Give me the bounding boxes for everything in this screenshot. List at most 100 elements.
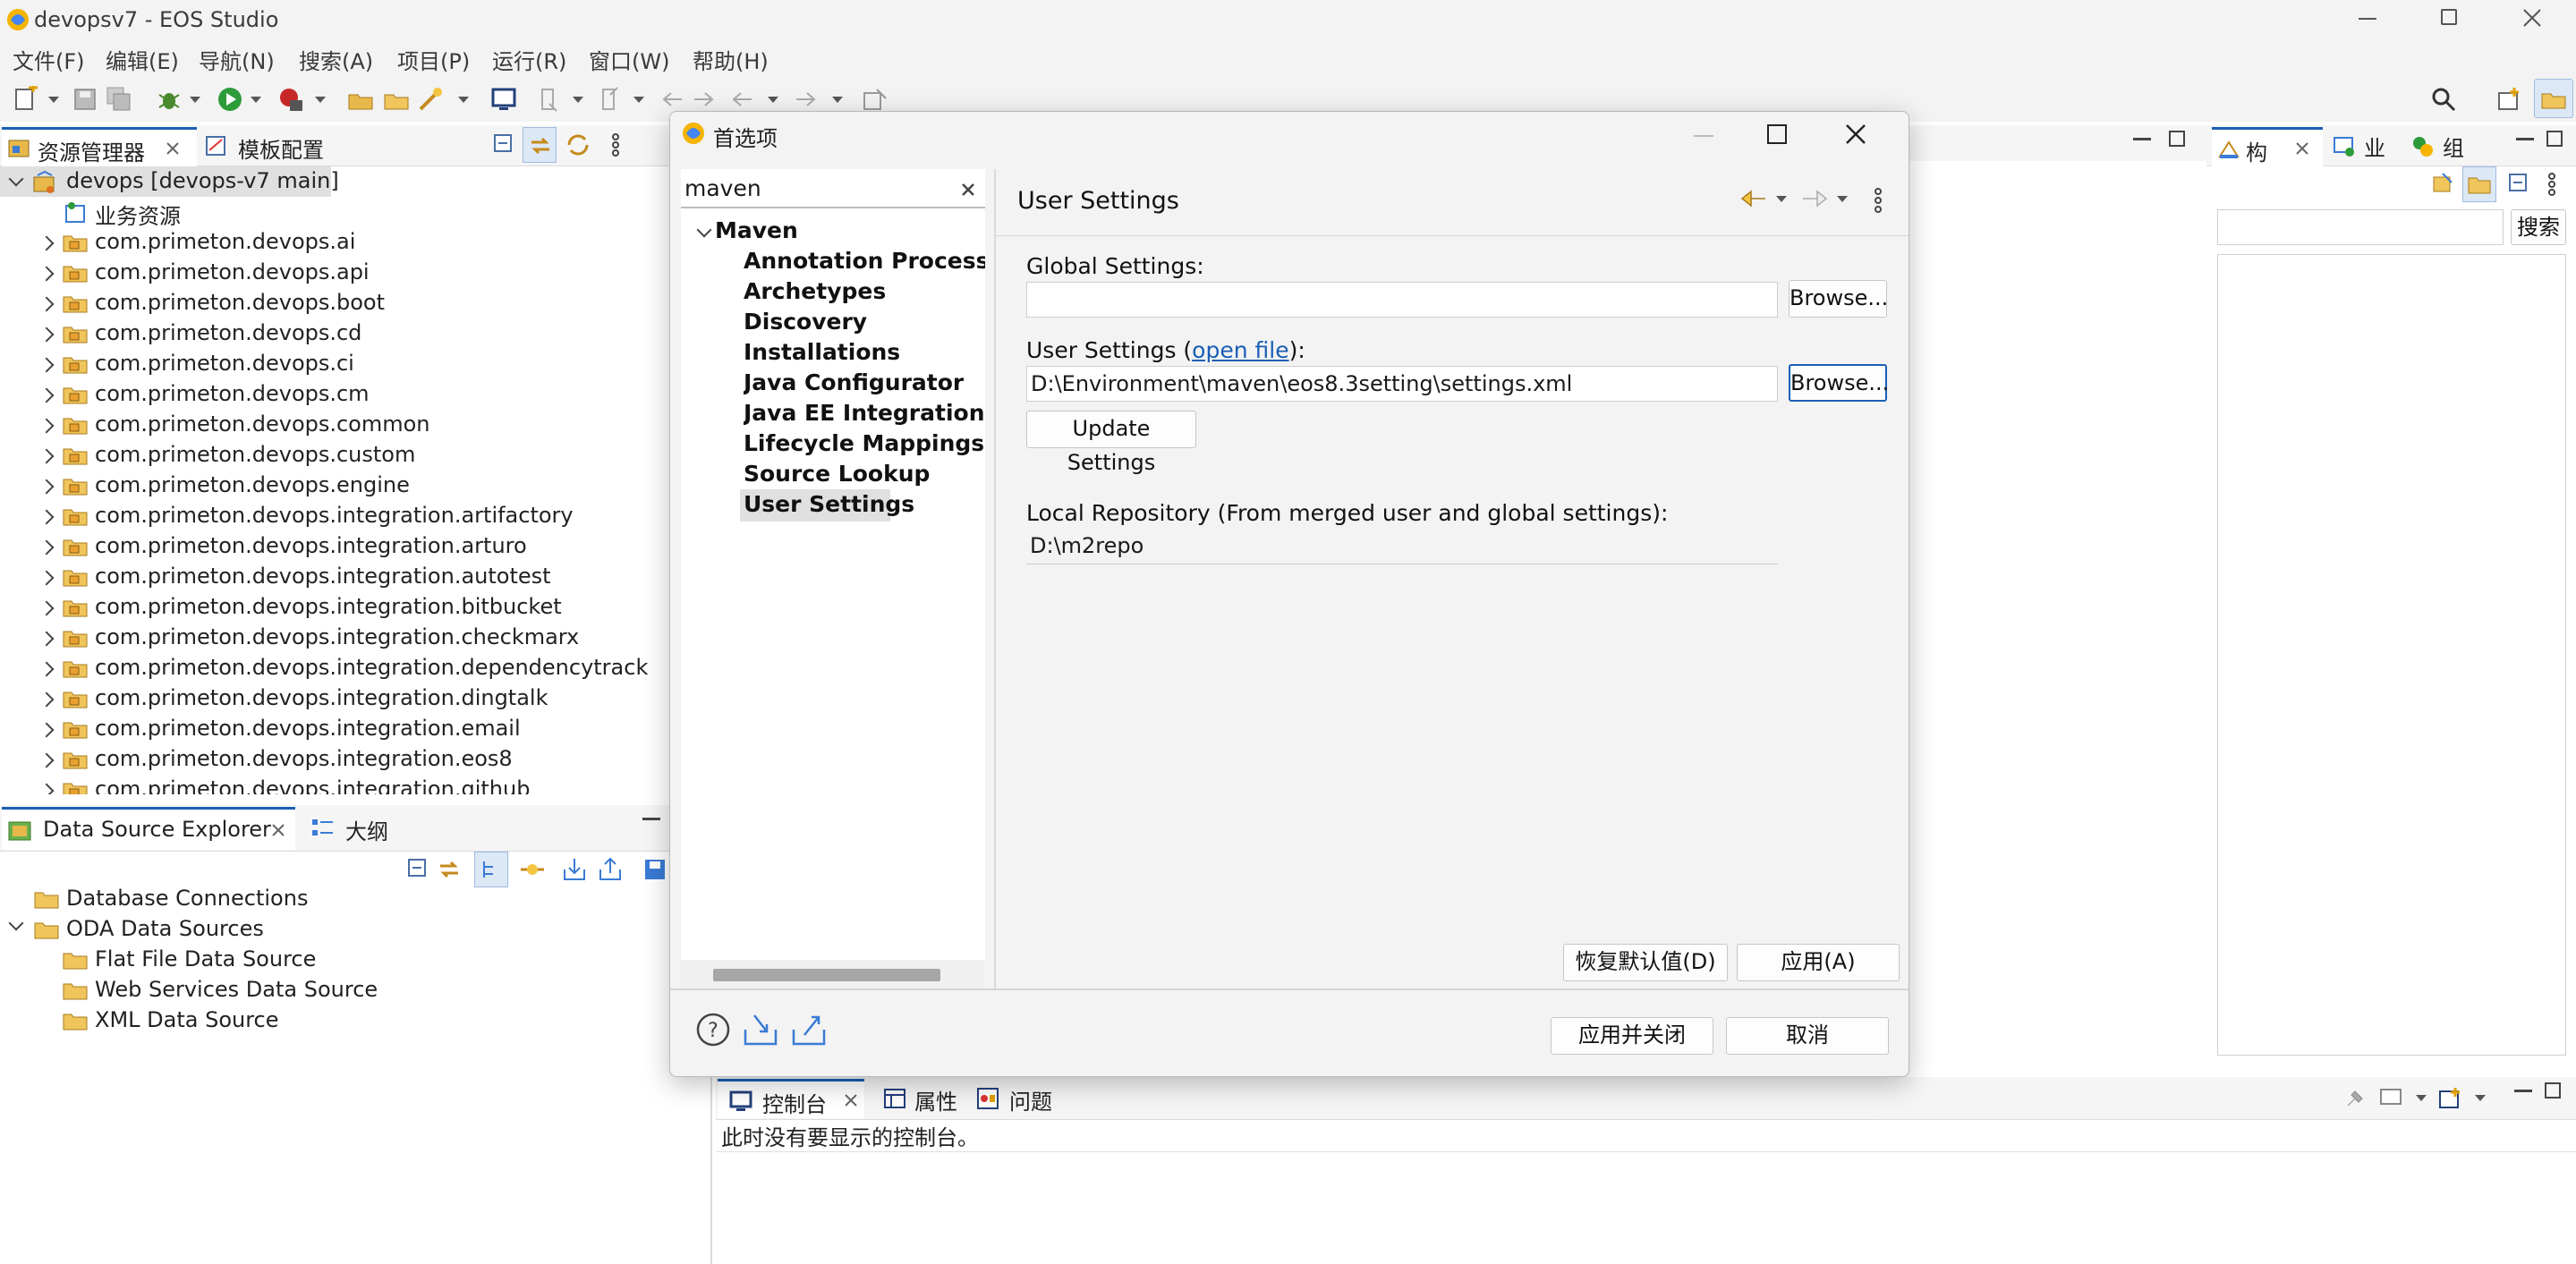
cancel-button[interactable]: 取消	[1726, 1017, 1889, 1055]
chevron-right-icon[interactable]	[38, 418, 55, 434]
hierarchy-button[interactable]	[474, 852, 508, 887]
save-profile-icon[interactable]	[642, 857, 667, 882]
pin-console-icon[interactable]	[2342, 1086, 2368, 1111]
right-search-button[interactable]: 搜索	[2511, 209, 2566, 245]
package-item[interactable]: com.primeton.devops.cm	[95, 381, 370, 406]
console-icon[interactable]	[490, 86, 517, 113]
chevron-right-icon[interactable]	[38, 266, 55, 282]
menu-search[interactable]: 搜索(A)	[299, 44, 373, 75]
new-icon[interactable]	[13, 86, 39, 113]
perspective-button[interactable]	[2534, 79, 2573, 118]
package-item[interactable]: com.primeton.devops.integration.eos8	[95, 746, 513, 771]
minimize-view-icon[interactable]	[2514, 1090, 2532, 1092]
chevron-right-icon[interactable]	[38, 479, 55, 495]
package-item[interactable]: com.primeton.devops.integration.arturo	[95, 533, 527, 558]
wand-dropdown-icon[interactable]	[458, 97, 469, 103]
package-item[interactable]: com.primeton.devops.boot	[95, 290, 385, 315]
package-item[interactable]: com.primeton.devops.integration.email	[95, 716, 521, 741]
pin-editor-icon[interactable]	[861, 86, 888, 113]
forward-arrow-icon[interactable]	[1801, 187, 1828, 210]
package-item[interactable]: com.primeton.devops.cd	[95, 320, 361, 345]
menu-navigate[interactable]: 导航(N)	[199, 44, 275, 75]
pref-item[interactable]: Installations	[744, 339, 900, 365]
minimize-icon[interactable]	[2359, 18, 2376, 20]
debug-dropdown-icon[interactable]	[190, 97, 200, 103]
tree-oda-data-sources[interactable]: ODA Data Sources	[66, 916, 264, 941]
restore-icon[interactable]	[2441, 9, 2457, 25]
scrollbar-thumb[interactable]	[713, 969, 940, 981]
tree-root-label[interactable]: devops [devops-v7 main]	[66, 168, 339, 193]
tab-resource-explorer[interactable]: 资源管理器	[2, 127, 197, 166]
tab-close-icon[interactable]	[270, 822, 286, 838]
chevron-right-icon[interactable]	[38, 631, 55, 647]
external-tools-icon[interactable]	[277, 86, 304, 113]
last-edit-icon[interactable]	[659, 86, 685, 113]
tree-web-services[interactable]: Web Services Data Source	[95, 977, 378, 1002]
pref-item[interactable]: Archetypes	[744, 278, 886, 304]
open-file-link[interactable]: open file	[1192, 337, 1288, 363]
minimize-view-icon[interactable]	[642, 818, 660, 820]
pref-item[interactable]: Annotation Processing	[744, 248, 985, 274]
package-item[interactable]: com.primeton.devops.engine	[95, 472, 410, 497]
tab-template-config[interactable]: 模板配置	[238, 132, 324, 164]
tab-data-source-explorer[interactable]: Data Source Explorer	[2, 807, 295, 850]
minimize-view-icon[interactable]	[2133, 138, 2151, 140]
link-editor-button[interactable]	[523, 127, 557, 163]
display-console-icon[interactable]	[2378, 1086, 2403, 1111]
tab-component[interactable]: 组	[2443, 131, 2464, 162]
chevron-right-icon[interactable]	[38, 600, 55, 616]
collapse-all-icon[interactable]	[492, 132, 515, 156]
prev-annotation-dropdown-icon[interactable]	[633, 97, 644, 103]
refresh-icon[interactable]	[2430, 172, 2455, 197]
chevron-right-icon[interactable]	[38, 296, 55, 312]
pref-item[interactable]: Java Configurator	[744, 369, 964, 395]
chevron-right-icon[interactable]	[38, 752, 55, 768]
menu-window[interactable]: 窗口(W)	[589, 44, 669, 75]
display-console-dropdown-icon[interactable]	[2416, 1095, 2427, 1101]
menu-help[interactable]: 帮助(H)	[693, 44, 769, 75]
wand-icon[interactable]	[417, 86, 444, 113]
import-preferences-icon[interactable]	[742, 1012, 779, 1048]
tree-xml-data[interactable]: XML Data Source	[95, 1007, 279, 1032]
package-item[interactable]: com.primeton.devops.custom	[95, 442, 415, 467]
user-settings-input[interactable]: D:\Environment\maven\eos8.3setting\setti…	[1026, 366, 1778, 402]
open-type-icon[interactable]	[347, 86, 374, 113]
new-dropdown-icon[interactable]	[48, 97, 59, 103]
search-icon[interactable]	[2430, 86, 2457, 113]
pref-item[interactable]: User Settings	[744, 491, 914, 517]
save-all-icon[interactable]	[106, 86, 132, 113]
menu-run[interactable]: 运行(R)	[492, 44, 566, 75]
tree-business-resource[interactable]: 业务资源	[95, 199, 181, 230]
chevron-right-icon[interactable]	[38, 722, 55, 738]
chevron-right-icon[interactable]	[38, 448, 55, 464]
pref-item[interactable]: Java EE Integration	[744, 400, 985, 426]
export-icon[interactable]	[598, 857, 623, 882]
chevron-right-icon[interactable]	[38, 783, 55, 794]
filter-input[interactable]: maven	[681, 169, 985, 208]
back-dropdown-icon[interactable]	[1776, 196, 1787, 202]
minimize-view-icon[interactable]	[2516, 138, 2534, 140]
import-icon[interactable]	[562, 857, 587, 882]
pref-item[interactable]: Lifecycle Mappings	[744, 430, 984, 456]
collapse-all-icon[interactable]	[406, 857, 431, 882]
chevron-right-icon[interactable]	[38, 691, 55, 708]
package-item[interactable]: com.primeton.devops.integration.artifact…	[95, 503, 574, 528]
restore-defaults-button[interactable]: 恢复默认值(D)	[1563, 944, 1728, 981]
package-item[interactable]: com.primeton.devops.integration.dependen…	[95, 655, 648, 680]
next-annotation-icon[interactable]	[537, 86, 564, 113]
chevron-right-icon[interactable]	[38, 539, 55, 556]
help-icon[interactable]: ?	[695, 1012, 731, 1048]
external-tools-dropdown-icon[interactable]	[315, 97, 326, 103]
update-settings-button[interactable]: Update Settings	[1026, 411, 1196, 475]
apply-and-close-button[interactable]: 应用并关闭	[1551, 1017, 1713, 1055]
apply-button[interactable]: 应用(A)	[1737, 944, 1900, 981]
tree-flat-file[interactable]: Flat File Data Source	[95, 946, 316, 971]
page-menu-icon[interactable]	[1873, 187, 1883, 214]
prev-annotation-icon[interactable]	[598, 86, 625, 113]
back-dropdown-icon[interactable]	[768, 97, 778, 103]
menu-file[interactable]: 文件(F)	[13, 44, 85, 75]
dialog-maximize-icon[interactable]	[1767, 124, 1787, 144]
export-preferences-icon[interactable]	[790, 1012, 828, 1048]
open-console-icon[interactable]	[2437, 1086, 2462, 1111]
open-perspective-icon[interactable]	[2496, 86, 2523, 113]
